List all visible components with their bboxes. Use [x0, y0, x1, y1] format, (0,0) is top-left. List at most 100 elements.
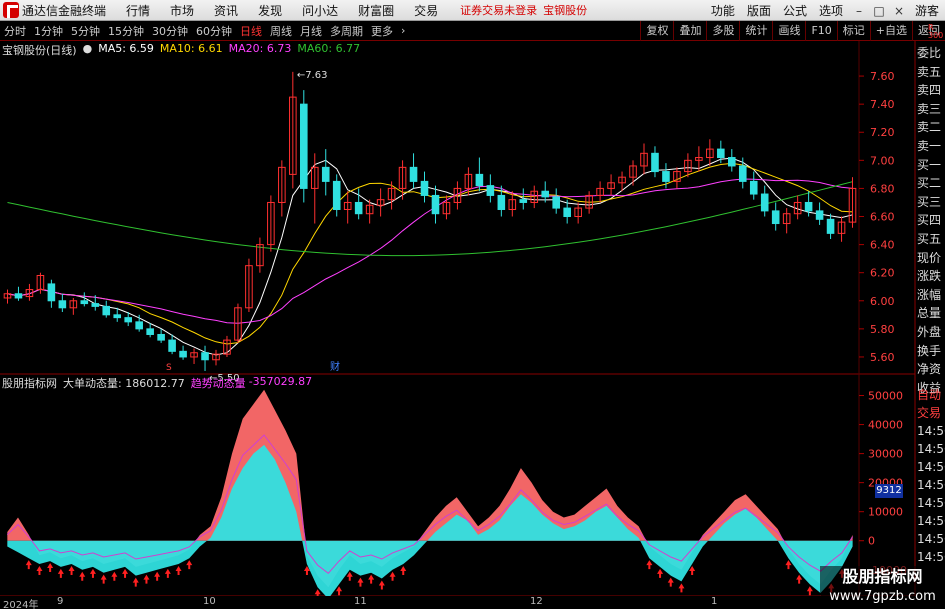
tick-time: 14:56: [917, 532, 945, 546]
date-label: 1: [711, 596, 718, 607]
period-tab-more[interactable]: 更多: [367, 23, 397, 39]
signal-marker-s: S: [166, 363, 172, 373]
period-tab-multi[interactable]: 多周期: [326, 23, 367, 39]
date-label: 2024年: [3, 600, 39, 609]
candle-body: [420, 180, 429, 196]
period-tab-1m[interactable]: 1分钟: [30, 23, 67, 39]
price-tick-label: 6.20: [870, 267, 895, 280]
price-tick-label: 7.40: [870, 98, 895, 111]
buy-arrow-icon: [368, 574, 375, 584]
order-book-label: 总量: [917, 306, 942, 321]
sub-tick-label: 10000: [868, 506, 903, 519]
app-title: 通达信金融终端: [22, 3, 107, 18]
order-book-label: 卖五: [917, 64, 942, 79]
sub-trend-label: 趋势动态量: [190, 377, 246, 390]
buy-arrow-icon: [357, 577, 364, 587]
menu-right: 功能 版面 公式 选项 – □ × 游客: [705, 0, 945, 21]
period-tab-tick[interactable]: 分时: [0, 23, 30, 39]
auto-trade-label[interactable]: 交易: [917, 404, 945, 422]
menu-function[interactable]: 功能: [705, 2, 741, 19]
minimize-icon[interactable]: –: [849, 4, 869, 18]
period-tab-5m[interactable]: 5分钟: [67, 23, 104, 39]
tool-add-favorite[interactable]: +自选: [869, 21, 912, 41]
tool-stats[interactable]: 统计: [739, 21, 772, 41]
login-warning[interactable]: 证券交易未登录: [460, 2, 537, 18]
trade-ticks-panel: 自动交易 14:56 14:56 14:56 14:56 14:56 14:56 14:56 1…: [917, 386, 945, 566]
tool-adjust[interactable]: 复权: [640, 21, 673, 41]
menu-ask[interactable]: 问小达: [292, 2, 348, 19]
guest-button[interactable]: 游客: [909, 2, 945, 19]
buy-arrow-icon: [47, 563, 54, 573]
order-book-label: 外盘: [917, 324, 942, 339]
ma-line-ma20: [7, 178, 853, 324]
close-icon[interactable]: ×: [889, 4, 909, 18]
tool-overlay[interactable]: 叠加: [673, 21, 706, 41]
date-label: 12: [530, 596, 543, 607]
buy-arrow-icon: [646, 560, 653, 570]
candle-body: [760, 193, 769, 212]
watermark: 股朋指标网 www.7gpzb.com: [820, 566, 945, 609]
sub-tick-label: 40000: [868, 419, 903, 432]
finance-marker: 财: [330, 360, 340, 373]
buy-arrow-icon: [100, 574, 107, 584]
price-tick-label: 5.80: [870, 323, 895, 336]
order-book-label: 买二: [917, 176, 942, 191]
candle-body: [135, 321, 143, 330]
order-book-label: 净资: [917, 362, 942, 377]
tick-time: 14:56: [917, 424, 945, 438]
tool-draw[interactable]: 画线: [772, 21, 805, 41]
order-book-label: 卖一: [917, 138, 942, 153]
app-logo-icon: [3, 2, 19, 18]
buy-arrow-icon: [25, 560, 32, 570]
candle-body: [332, 180, 341, 210]
tool-multi-stock[interactable]: 多股: [706, 21, 739, 41]
candle-body: [354, 201, 363, 215]
kline-chart[interactable]: 7.60 7.40 7.20 7.00 6.80 6.60 6.40 6.20 6.00 5.80…: [0, 41, 945, 596]
menu-quotes[interactable]: 行情: [116, 2, 160, 19]
menu-discover[interactable]: 发现: [248, 2, 292, 19]
price-tick-label: 7.00: [870, 154, 895, 167]
tick-time: 14:56: [917, 550, 945, 564]
order-book-label: 卖二: [917, 120, 942, 135]
period-tab-60m[interactable]: 60分钟: [192, 23, 236, 39]
auto-trade-label[interactable]: 自动: [917, 386, 945, 404]
tool-f10[interactable]: F10: [805, 21, 836, 41]
legend-ma20: MA20: 6.73: [228, 42, 292, 55]
menu-wealth[interactable]: 财富圈: [348, 2, 404, 19]
candle-body: [201, 352, 209, 361]
period-tab-month[interactable]: 月线: [296, 23, 326, 39]
price-tick-label: 6.00: [870, 295, 895, 308]
period-tab-15m[interactable]: 15分钟: [104, 23, 148, 39]
sub-tick-label: 0: [868, 535, 875, 548]
period-tab-day[interactable]: 日线: [236, 23, 266, 39]
candle-body: [80, 300, 89, 305]
candle-body: [14, 293, 23, 299]
candle-body: [431, 194, 440, 215]
period-tab-week[interactable]: 周线: [266, 23, 296, 39]
candle-body: [815, 210, 824, 220]
buy-arrow-icon: [806, 586, 813, 596]
price-tick-label: 6.40: [870, 239, 895, 252]
menu-formula[interactable]: 公式: [777, 2, 813, 19]
menu-news[interactable]: 资讯: [204, 2, 248, 19]
value-badge: 9312: [875, 484, 903, 498]
legend-ma5: MA5: 6.59: [98, 42, 154, 55]
buy-arrow-icon: [164, 568, 171, 578]
menu-bar: 通达信金融终端 行情 市场 资讯 发现 问小达 财富圈 交易 证券交易未登录 宝…: [0, 0, 945, 21]
menu-market[interactable]: 市场: [160, 2, 204, 19]
menu-trade[interactable]: 交易: [404, 2, 448, 19]
menu-layout[interactable]: 版面: [741, 2, 777, 19]
candle-body: [321, 166, 330, 182]
settings-icon[interactable]: ●: [83, 42, 93, 56]
period-tab-30m[interactable]: 30分钟: [148, 23, 192, 39]
period-bar: 分时 1分钟 5分钟 15分钟 30分钟 60分钟 日线 周线 月线 多周期 更…: [0, 21, 945, 41]
maximize-icon[interactable]: □: [869, 4, 889, 18]
menu-options[interactable]: 选项: [813, 2, 849, 19]
tool-mark[interactable]: 标记: [836, 21, 870, 41]
date-label: 9: [57, 596, 64, 607]
chevron-right-icon[interactable]: ›: [397, 24, 409, 37]
sub-legend: 股朋指标网 大单动态量: 186012.77 趋势动态量 -357029.87: [2, 375, 318, 390]
buy-arrow-icon: [89, 568, 96, 578]
price-tick-label: 5.60: [870, 351, 895, 364]
buy-arrow-icon: [346, 571, 353, 581]
